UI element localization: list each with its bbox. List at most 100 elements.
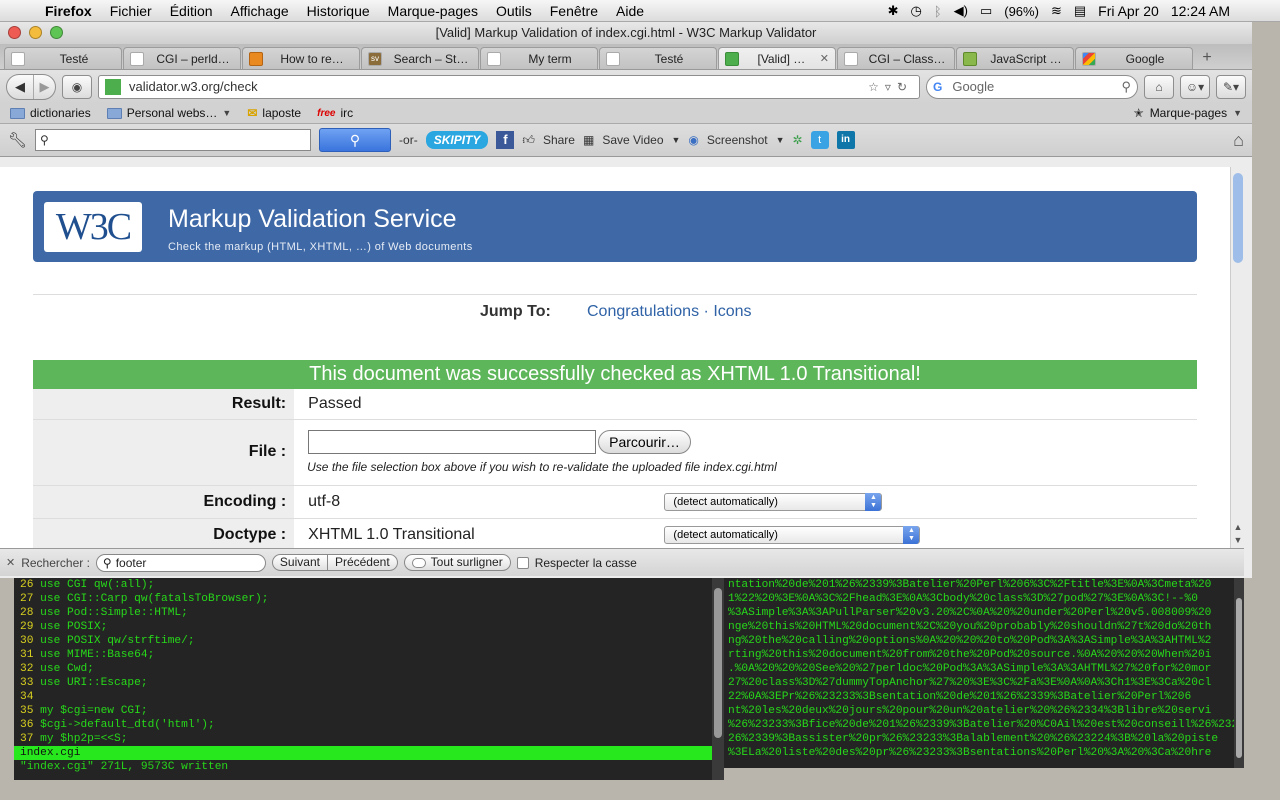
menu-app-firefox[interactable]: Firefox	[36, 3, 101, 19]
terminal-vim-editor[interactable]: 26 use CGI qw(:all); 27 use CGI::Carp qw…	[14, 578, 712, 780]
share-button[interactable]: Share	[543, 133, 575, 147]
menu-fichier[interactable]: Fichier	[101, 3, 161, 19]
minimize-window-button[interactable]	[29, 26, 42, 39]
doctype-label: Doctype :	[33, 518, 295, 548]
terminal-right-scrollbar[interactable]	[1234, 578, 1244, 768]
window-controls	[8, 26, 63, 39]
scrollbar-thumb[interactable]	[1233, 173, 1243, 263]
menu-aide[interactable]: Aide	[607, 3, 653, 19]
jump-link-congratulations[interactable]: Congratulations	[587, 303, 699, 320]
thumbs-up-icon[interactable]: 👍︎	[522, 133, 535, 148]
twitter-icon[interactable]: t	[810, 131, 829, 149]
menu-edition[interactable]: Édition	[161, 3, 222, 19]
close-window-button[interactable]	[8, 26, 21, 39]
find-next-button[interactable]: Suivant	[273, 555, 327, 570]
find-input[interactable]: ⚲ footer	[95, 553, 266, 572]
new-tab-button[interactable]: +	[1194, 47, 1220, 69]
addon-search-button[interactable]: ⚲	[319, 128, 392, 152]
chevron-down-icon[interactable]: ▼	[672, 135, 681, 145]
menu-historique[interactable]: Historique	[298, 3, 379, 19]
input-menu-icon[interactable]: ▤	[1074, 3, 1086, 19]
battery-icon[interactable]: ▭	[980, 3, 992, 19]
find-previous-button[interactable]: Précédent	[326, 555, 397, 570]
match-case-checkbox[interactable]	[516, 556, 529, 569]
save-video-button[interactable]: Save Video	[602, 133, 663, 147]
tab-cgi-perldoc[interactable]: CGI – perld…	[123, 47, 241, 69]
menubar-time[interactable]: 12:24 AM	[1171, 3, 1230, 19]
linkedin-icon[interactable]: in	[836, 131, 855, 149]
tab-favicon-blank-icon	[130, 51, 144, 66]
window-titlebar[interactable]: [Valid] Markup Validation of index.cgi.h…	[0, 22, 1252, 44]
encoding-select[interactable]: (detect automatically) ▲ ▼	[664, 492, 883, 511]
home-button[interactable]: ⌂	[1144, 74, 1174, 99]
chevron-down-icon[interactable]: ▼	[776, 135, 785, 145]
facebook-icon[interactable]: f	[496, 131, 515, 149]
encoding-select-value: (detect automatically)	[673, 495, 778, 508]
volume-icon[interactable]: ◀)	[954, 3, 968, 19]
scrollbar-thumb[interactable]	[1236, 598, 1242, 758]
home-icon[interactable]: ⌂	[1233, 130, 1244, 151]
tab-google[interactable]: Google	[1075, 47, 1193, 69]
terminal-encoded-output[interactable]: ntation%20de%201%26%2339%3Batelier%20Per…	[724, 578, 1234, 768]
close-findbar-icon[interactable]: ✕	[6, 556, 15, 569]
tab-search-stack[interactable]: sv Search – St…	[361, 47, 479, 69]
tab-my-term[interactable]: My term	[480, 47, 598, 69]
jump-link-icons[interactable]: Icons	[713, 303, 751, 320]
tab-how-to[interactable]: How to re…	[242, 47, 360, 69]
time-machine-icon[interactable]: ◷	[910, 3, 921, 19]
greasemonkey-button[interactable]: ☺▾	[1180, 74, 1210, 99]
identity-button[interactable]: ◉	[62, 74, 92, 99]
skipity-button[interactable]: SKIPITY	[425, 131, 489, 149]
scrollbar-thumb[interactable]	[714, 588, 722, 738]
wrench-icon[interactable]: 🔧︎	[8, 131, 27, 149]
tab-javascript[interactable]: JavaScript …	[956, 47, 1074, 69]
jump-to-label: Jump To:	[480, 303, 551, 320]
tab-teste-1[interactable]: Testé	[4, 47, 122, 69]
addon-search-input[interactable]: ⚲	[35, 129, 312, 151]
menubar-date[interactable]: Fri Apr 20	[1098, 3, 1159, 19]
url-bar[interactable]: validator.w3.org/check ☆▿↻	[98, 74, 920, 99]
bluetooth-icon[interactable]: ᛒ	[934, 4, 942, 19]
url-text[interactable]: validator.w3.org/check	[129, 79, 868, 94]
tab-teste-2[interactable]: Testé	[599, 47, 717, 69]
line-number: 28	[20, 607, 34, 619]
bookmark-irc[interactable]: free irc	[317, 106, 353, 120]
doctype-select[interactable]: (detect automatically) ▲ ▼	[664, 525, 921, 544]
highlight-all-button[interactable]: Tout surligner	[403, 554, 511, 571]
zoom-window-button[interactable]	[50, 26, 63, 39]
scroll-up-icon[interactable]: ▲	[1231, 522, 1245, 532]
tab-cgi-class[interactable]: CGI – Class…	[837, 47, 955, 69]
file-path-field[interactable]	[308, 430, 597, 454]
chevron-down-icon: ▼	[1233, 108, 1242, 118]
scroll-down-icon[interactable]: ▼	[1231, 535, 1245, 545]
close-tab-icon[interactable]: ✕	[820, 52, 829, 65]
w3c-logo[interactable]: W3C	[44, 202, 142, 252]
line-number: 29	[20, 621, 34, 633]
screenshot-camera-icon[interactable]: ◉	[688, 133, 698, 147]
find-input-value[interactable]: footer	[116, 556, 147, 570]
wifi-icon[interactable]: ≋	[1051, 3, 1062, 19]
terminal-left-scrollbar[interactable]	[712, 578, 724, 780]
magnifier-icon[interactable]: ⚲	[1121, 79, 1131, 95]
menu-fenetre[interactable]: Fenêtre	[541, 3, 607, 19]
browse-button[interactable]: Parcourir…	[598, 430, 691, 454]
spotlight-gear-icon[interactable]: ✱	[888, 3, 899, 19]
addon-button[interactable]: ✎▾	[1216, 74, 1246, 99]
search-bar[interactable]: G Google ⚲	[926, 74, 1138, 99]
back-arrow-icon[interactable]: ◀	[7, 75, 33, 99]
bookmark-personal-webs[interactable]: Personal webs… ▼	[106, 106, 231, 120]
bookmarks-menu-button[interactable]: ✭ Marque-pages ▼	[1134, 106, 1242, 120]
page-scrollbar[interactable]: ▲ ▼	[1230, 167, 1244, 548]
bookmark-dictionaries[interactable]: dictionaries	[10, 106, 91, 120]
tab-valid-active[interactable]: [Valid] … ✕	[718, 47, 836, 69]
menu-marque-pages[interactable]: Marque-pages	[379, 3, 487, 19]
puzzle-icon[interactable]: ✲	[793, 133, 803, 147]
bookmark-laposte[interactable]: ✉ laposte	[247, 106, 301, 120]
menu-affichage[interactable]: Affichage	[222, 3, 298, 19]
film-icon[interactable]: ▦	[583, 133, 594, 147]
screenshot-button[interactable]: Screenshot	[707, 133, 768, 147]
google-engine-icon[interactable]: G	[933, 80, 942, 94]
forward-arrow-icon[interactable]: ▶	[33, 74, 55, 99]
bookmark-star-icon[interactable]: ☆▿↻	[868, 80, 913, 94]
menu-outils[interactable]: Outils	[487, 3, 541, 19]
